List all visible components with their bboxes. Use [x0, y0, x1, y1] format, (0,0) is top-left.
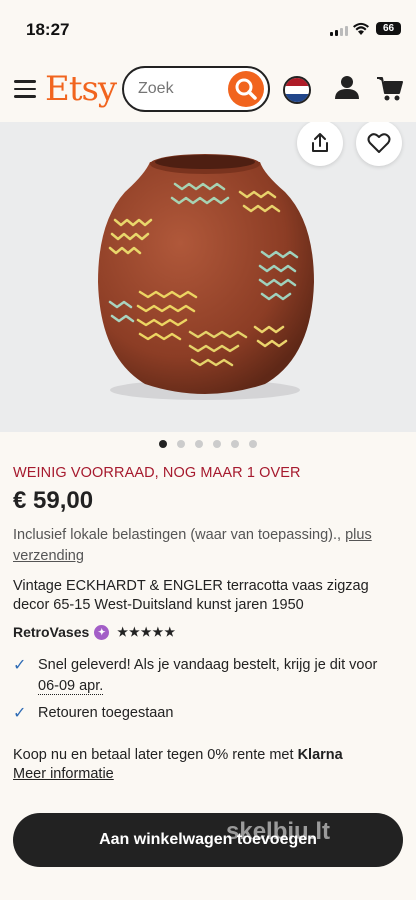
pagination-dot[interactable]: [195, 440, 203, 448]
image-pagination[interactable]: [0, 440, 416, 448]
heart-icon: [367, 133, 391, 153]
returns-text: Retouren toegestaan: [38, 705, 174, 721]
app-header: Etsy: [0, 56, 416, 122]
listing-title: Vintage ECKHARDT & ENGLER terracotta vaa…: [13, 578, 369, 613]
tax-text: Inclusief lokale belastingen (waar van t…: [13, 527, 342, 543]
delivery-info: ✓ Snel geleverd! Als je vandaag bestelt,…: [13, 655, 403, 697]
status-bar: 18:27 66: [0, 0, 416, 56]
search-bar[interactable]: [122, 66, 270, 112]
returns-info: ✓ Retouren toegestaan: [13, 703, 403, 724]
star-seller-badge-icon: ✦: [94, 624, 110, 640]
delivery-text: Snel geleverd! Als je vandaag bestelt, k…: [38, 657, 378, 673]
user-icon[interactable]: [334, 74, 360, 102]
delivery-text-wrap: Snel geleverd! Als je vandaag bestelt, k…: [38, 655, 403, 697]
pagination-dot[interactable]: [213, 440, 221, 448]
shipping-link-2[interactable]: verzending: [13, 548, 84, 564]
shop-name[interactable]: RetroVases: [13, 624, 89, 640]
search-button[interactable]: [228, 71, 264, 107]
rating-stars[interactable]: ★★★★★: [117, 625, 176, 639]
check-icon: ✓: [13, 705, 27, 722]
more-info-link[interactable]: Meer informatie: [13, 766, 114, 782]
klarna-text: Koop nu en betaal later tegen 0% rente m…: [13, 747, 294, 763]
cart-icon[interactable]: [376, 76, 404, 102]
klarna-brand: Klarna: [297, 747, 343, 763]
pagination-dot[interactable]: [159, 440, 167, 448]
stock-notice: WEINIG VOORRAAD, NOG MAAR 1 OVER: [13, 465, 301, 481]
wifi-icon: [353, 22, 369, 35]
share-icon: [312, 133, 328, 152]
battery-icon: 66: [376, 22, 401, 35]
shipping-link[interactable]: plus: [345, 527, 372, 543]
check-icon: ✓: [13, 657, 27, 674]
add-to-cart-button[interactable]: Aan winkelwagen toevoegen: [13, 813, 403, 867]
product-image[interactable]: [0, 122, 416, 432]
favorite-button[interactable]: [356, 122, 402, 166]
delivery-date[interactable]: 06-09 apr.: [38, 678, 104, 695]
search-icon: [235, 78, 257, 100]
vase-image: [98, 154, 314, 400]
klarna-info: Koop nu en betaal later tegen 0% rente m…: [13, 747, 343, 763]
pagination-dot[interactable]: [231, 440, 239, 448]
menu-icon[interactable]: [14, 80, 36, 98]
search-input[interactable]: [138, 80, 218, 98]
price: € 59,00: [13, 487, 94, 514]
etsy-logo[interactable]: Etsy: [45, 69, 117, 109]
signal-icon: [330, 26, 348, 36]
tax-info: Inclusief lokale belastingen (waar van t…: [13, 525, 403, 567]
share-button[interactable]: [297, 122, 343, 166]
pagination-dot[interactable]: [249, 440, 257, 448]
region-flag-icon[interactable]: [283, 76, 311, 104]
pagination-dot[interactable]: [177, 440, 185, 448]
shop-info[interactable]: RetroVases ✦ ★★★★★: [13, 624, 176, 640]
status-time: 18:27: [26, 20, 70, 39]
